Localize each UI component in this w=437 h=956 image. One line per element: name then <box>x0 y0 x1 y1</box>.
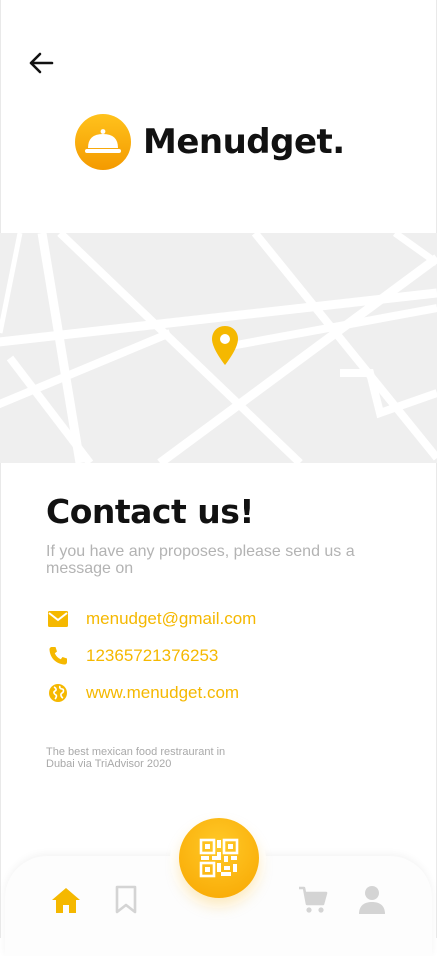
phone-icon <box>46 644 70 668</box>
page-subtitle: If you have any proposes, please send us… <box>46 543 355 577</box>
contact-website-value: www.menudget.com <box>86 683 240 702</box>
nav-profile[interactable] <box>356 884 388 916</box>
award-note: The best mexican food restraurant in Dub… <box>46 746 226 770</box>
scan-qr-button[interactable] <box>179 818 259 898</box>
contact-section: Contact us! If you have any proposes, pl… <box>46 492 406 577</box>
nav-cart[interactable] <box>297 884 329 916</box>
globe-icon <box>46 681 70 705</box>
brand-dot: . <box>332 122 345 162</box>
brand-logo: Menudget. <box>75 112 345 172</box>
location-pin-icon[interactable] <box>211 325 239 367</box>
home-icon <box>52 888 80 913</box>
contact-email[interactable]: menudget@gmail.com <box>46 604 256 634</box>
bookmark-icon <box>115 885 137 914</box>
nav-bookmarks[interactable] <box>112 884 140 916</box>
contact-list: menudget@gmail.com 12365721376253 www.me… <box>46 604 256 715</box>
brand-name: Menudget <box>143 122 333 162</box>
contact-phone[interactable]: 12365721376253 <box>46 641 256 671</box>
nav-home[interactable] <box>50 884 82 916</box>
qr-code-icon <box>199 838 239 878</box>
mail-icon <box>46 607 70 631</box>
cloche-icon <box>75 114 131 170</box>
cart-icon <box>299 886 328 913</box>
page-title: Contact us! <box>46 492 254 531</box>
back-button[interactable] <box>24 46 58 80</box>
location-map[interactable] <box>0 233 437 463</box>
contact-email-value: menudget@gmail.com <box>86 609 257 628</box>
arrow-left-icon <box>29 52 54 74</box>
contact-phone-value: 12365721376253 <box>86 646 219 665</box>
user-icon <box>359 886 385 914</box>
contact-website[interactable]: www.menudget.com <box>46 678 256 708</box>
